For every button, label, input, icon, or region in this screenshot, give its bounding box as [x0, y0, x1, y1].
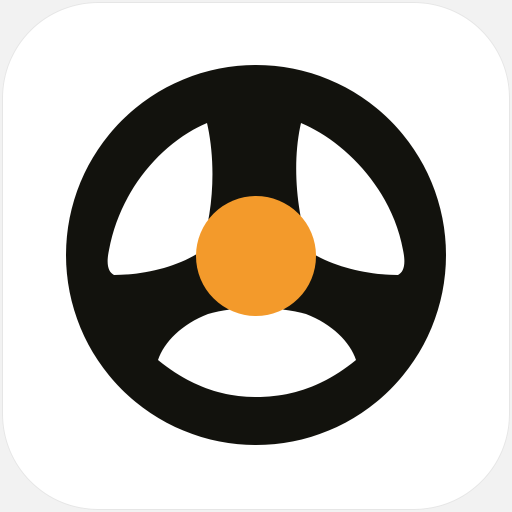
screen — [0, 0, 512, 512]
app-icon[interactable] — [2, 2, 510, 510]
wheel-hub — [196, 196, 316, 316]
steering-wheel-icon — [66, 65, 446, 445]
